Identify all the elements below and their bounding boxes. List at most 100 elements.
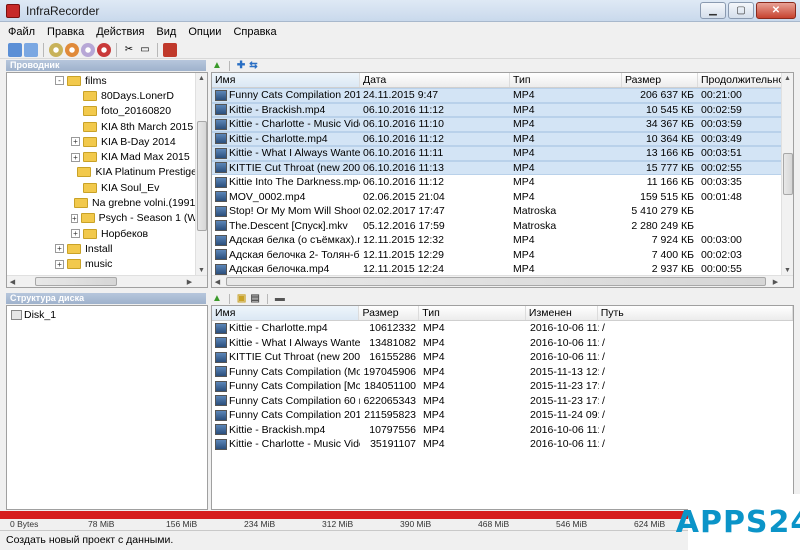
video-file-icon bbox=[215, 395, 227, 407]
disc-column-type[interactable]: Тип bbox=[419, 306, 526, 320]
tree-expander[interactable]: + bbox=[55, 244, 64, 254]
disc-file-list[interactable]: Имя Размер Тип Изменен Путь Kittie - Cha… bbox=[211, 305, 794, 510]
column-name[interactable]: Имя bbox=[212, 73, 360, 87]
file-type-cell: MP4 bbox=[510, 234, 622, 246]
file-row[interactable]: Адская белочка 2- Толян-бра...12.11.2015… bbox=[212, 248, 793, 263]
tree-item[interactable]: + Psych - Season 1 (WEB-D bbox=[71, 211, 207, 226]
erase-disc-icon[interactable] bbox=[81, 42, 95, 57]
tree-item[interactable]: + Норбеков bbox=[71, 226, 197, 241]
tree-expander[interactable]: + bbox=[55, 259, 64, 269]
menu-help[interactable]: Справка bbox=[227, 26, 282, 38]
fixate-disc-icon[interactable] bbox=[97, 42, 111, 57]
tree-item[interactable]: Na grebne volni.(1991).BI bbox=[71, 195, 207, 210]
column-date[interactable]: Дата bbox=[360, 73, 510, 87]
tree-item[interactable]: KIA 8th March 2015 bbox=[71, 119, 197, 134]
file-row[interactable]: Funny Cats Compilation 2014 - ...24.11.2… bbox=[212, 88, 793, 103]
monitor-icon[interactable]: ▭ bbox=[138, 43, 152, 57]
remove-icon[interactable]: ▬ bbox=[275, 294, 285, 304]
tree-expander[interactable]: + bbox=[71, 229, 80, 239]
menu-view[interactable]: Вид bbox=[150, 26, 182, 38]
files-horizontal-scrollbar[interactable]: ◀ ▶ bbox=[212, 275, 793, 287]
maximize-button[interactable]: ▢ bbox=[728, 2, 754, 19]
disc-file-row[interactable]: Funny Cats Compilation 2014 - ... 2115958… bbox=[212, 408, 793, 423]
file-row[interactable]: Kittie - What I Always Wanted....06.10.2… bbox=[212, 146, 793, 161]
tree-item[interactable]: + Install bbox=[55, 241, 197, 256]
new-folder-icon[interactable]: ▣ bbox=[237, 294, 246, 304]
file-row[interactable]: Kittie Into The Darkness.mp4 06.10.2016 1… bbox=[212, 175, 793, 190]
tree-item[interactable]: + KIA Mad Max 2015 bbox=[71, 149, 197, 164]
column-size[interactable]: Размер bbox=[622, 73, 698, 87]
tree-horizontal-scrollbar[interactable]: ◀ ▶ bbox=[7, 275, 207, 287]
file-row[interactable]: Kittie - Charlotte - Music Video...06.10… bbox=[212, 117, 793, 132]
file-row[interactable]: Stop! Or My Mom Will Shoot.1...02.02.201… bbox=[212, 204, 793, 219]
disc-file-row[interactable]: Funny Cats Compilation 60 min ...6220653… bbox=[212, 394, 793, 409]
tree-vertical-scrollbar[interactable]: ▲ ▼ bbox=[195, 73, 207, 276]
disc-file-row[interactable]: Kittie - What I Always Wanted... 13481082… bbox=[212, 336, 793, 351]
tree-item[interactable]: KIA Soul_Ev bbox=[71, 180, 197, 195]
file-date-cell: 12.11.2015 12:32 bbox=[360, 234, 510, 246]
folder-icon bbox=[77, 167, 92, 178]
disc-column-size[interactable]: Размер bbox=[359, 306, 420, 320]
tree-expander[interactable]: + bbox=[71, 152, 80, 162]
disc-file-row[interactable]: Kittie - Charlotte.mp4 10612332 MP4 2016-10… bbox=[212, 321, 793, 336]
disc-column-name[interactable]: Имя bbox=[212, 306, 360, 320]
tree-item[interactable]: 80Days.LonerD bbox=[71, 88, 197, 103]
files-vertical-scrollbar[interactable]: ▲ ▼ bbox=[781, 73, 793, 276]
folder-tree[interactable]: - films 80Days.LonerD foto_20160820 KIA 8th … bbox=[6, 72, 208, 288]
files-scroll-thumb[interactable] bbox=[783, 153, 793, 195]
tree-expander[interactable]: + bbox=[71, 137, 80, 147]
menu-file[interactable]: Файл bbox=[2, 26, 41, 38]
disc-tree-item[interactable]: Disk_1 bbox=[7, 306, 207, 321]
tree-item-label: Na grebne volni.(1991).BI bbox=[92, 197, 208, 210]
file-row[interactable]: Kittie - Brackish.mp4 06.10.2016 11:12 MP4… bbox=[212, 102, 793, 117]
disc-file-row[interactable]: Kittie - Charlotte - Music Video ... 3519… bbox=[212, 437, 793, 452]
disc-column-path[interactable]: Путь bbox=[598, 306, 793, 320]
tree-hscroll-thumb[interactable] bbox=[35, 277, 117, 286]
open-project-icon[interactable] bbox=[24, 42, 38, 57]
add-files-arrow-icon[interactable]: ▲ bbox=[212, 61, 222, 71]
disc-file-row[interactable]: Kittie - Brackish.mp4 10797556 MP4 2016-10-… bbox=[212, 423, 793, 438]
menu-edit[interactable]: Правка bbox=[41, 26, 90, 38]
file-size: 159 515 КБ bbox=[640, 190, 694, 203]
refresh-icon[interactable]: ⇆ bbox=[249, 61, 257, 71]
new-project-icon[interactable] bbox=[8, 42, 22, 57]
tree-item-label: 80Days.LonerD bbox=[101, 89, 174, 102]
burn-image-icon[interactable] bbox=[49, 42, 63, 57]
tree-item[interactable]: KIA Platinum Prestige bbox=[71, 165, 197, 180]
add-icon[interactable]: ✚ bbox=[237, 61, 245, 71]
column-type[interactable]: Тип bbox=[510, 73, 622, 87]
minimize-button[interactable]: ▁ bbox=[700, 2, 726, 19]
tree-item[interactable]: + KIA B-Day 2014 bbox=[71, 134, 197, 149]
tree-item[interactable]: +Акции bbox=[55, 287, 197, 288]
column-duration[interactable]: Продолжительнос bbox=[698, 73, 782, 87]
file-row[interactable]: MOV_0002.mp4 02.06.2015 21:04 MP4 159 515 К… bbox=[212, 190, 793, 205]
file-row[interactable]: Kittie - Charlotte.mp4 06.10.2016 11:12 MP… bbox=[212, 131, 793, 146]
tree-scroll-thumb[interactable] bbox=[197, 121, 207, 231]
tree-expander[interactable]: + bbox=[71, 213, 78, 223]
disc-file-row[interactable]: Funny Cats Compilation [Most S... 1840511… bbox=[212, 379, 793, 394]
menu-actions[interactable]: Действия bbox=[90, 26, 150, 38]
disc-modified-cell: 2015-11-23 17:... bbox=[527, 395, 599, 407]
copy-disc-icon[interactable] bbox=[65, 42, 79, 57]
properties-icon[interactable]: ▤ bbox=[250, 294, 259, 304]
tree-item[interactable]: + music bbox=[55, 257, 197, 272]
disc-file-row[interactable]: Funny Cats Compilation (Most P...1970459… bbox=[212, 365, 793, 380]
scissors-icon[interactable]: ✂ bbox=[122, 43, 136, 57]
tree-item[interactable]: foto_20160820 bbox=[71, 104, 197, 119]
file-row[interactable]: KITTIE Cut Throat (new 2009!) ...06.10.2… bbox=[212, 160, 793, 175]
tree-expander[interactable]: - bbox=[55, 76, 64, 86]
disc-tree[interactable]: Disk_1 bbox=[6, 305, 208, 510]
file-list[interactable]: Имя Дата Тип Размер Продолжительнос Funn… bbox=[211, 72, 794, 288]
exit-icon[interactable] bbox=[163, 42, 177, 57]
file-row[interactable]: Адская белка (о съёмках).mp412.11.2015 1… bbox=[212, 233, 793, 248]
up-arrow-icon[interactable]: ▲ bbox=[212, 294, 222, 304]
menu-options[interactable]: Опции bbox=[182, 26, 227, 38]
file-duration: 00:02:03 bbox=[701, 248, 742, 261]
file-type-cell: Matroska bbox=[510, 220, 622, 232]
disc-column-modified[interactable]: Изменен bbox=[526, 306, 598, 320]
files-hscroll-thumb[interactable] bbox=[226, 277, 766, 286]
file-row[interactable]: The.Descent [Спуск].mkv 05.12.2016 17:59 M… bbox=[212, 219, 793, 234]
tree-item[interactable]: - films bbox=[55, 73, 197, 88]
close-button[interactable]: ✕ bbox=[756, 2, 796, 19]
disc-file-row[interactable]: KITTIE Cut Throat (new 2009!) O... 161552… bbox=[212, 350, 793, 365]
